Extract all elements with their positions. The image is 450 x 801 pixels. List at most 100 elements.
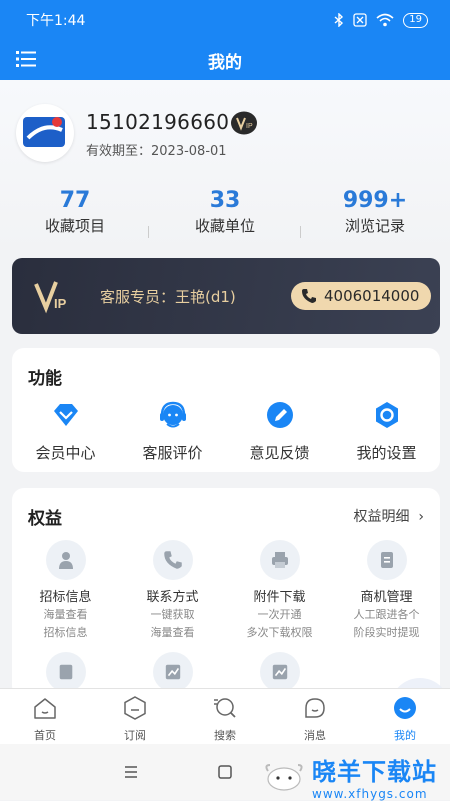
func-label: 会员中心 xyxy=(35,444,96,462)
watermark-url: www.xfhygs.com xyxy=(312,787,428,801)
benefits-detail-link[interactable]: 权益明细 › xyxy=(353,506,424,526)
svg-text:IP: IP xyxy=(246,123,253,130)
divider xyxy=(148,226,149,238)
benefit-name: 附件下载 xyxy=(253,590,306,605)
tab-label: 我的 xyxy=(394,729,416,742)
avatar[interactable] xyxy=(16,104,74,162)
home-button-icon[interactable] xyxy=(218,765,232,779)
benefit-opportunity[interactable]: 商机管理 人工跟进各个 阶段实时提现 xyxy=(333,540,440,641)
tab-search[interactable]: 搜索 xyxy=(180,695,270,743)
sheep-logo-icon xyxy=(265,763,303,791)
benefit-partial-2[interactable] xyxy=(119,652,226,692)
app-header: 我的 xyxy=(0,40,450,80)
recent-apps-icon[interactable] xyxy=(124,766,138,778)
benefit-desc: 阶段实时提现 xyxy=(353,626,420,639)
tab-label: 首页 xyxy=(34,729,56,742)
wifi-icon xyxy=(376,13,394,27)
profile-icon xyxy=(394,697,416,719)
watermark-title: 晓羊下载站 xyxy=(312,758,437,786)
benefit-name: 联系方式 xyxy=(146,590,199,605)
tab-label: 订阅 xyxy=(124,729,146,742)
home-icon xyxy=(34,698,56,719)
stat-label: 浏览记录 xyxy=(344,217,405,235)
stat-label: 收藏单位 xyxy=(194,217,255,235)
stats-row: 77 收藏项目 33 收藏单位 999+ 浏览记录 xyxy=(0,188,450,244)
stat-label: 收藏项目 xyxy=(44,217,105,235)
user-icon xyxy=(45,540,86,580)
benefit-name: 招标信息 xyxy=(39,590,92,605)
sim-off-icon xyxy=(353,13,367,27)
hotline-number: 4006014000 xyxy=(324,287,420,305)
benefits-card: 权益 权益明细 › 招标信息 海量查看 招标信息 联系方式 一键获取 海量查看 … xyxy=(12,488,440,698)
page-title: 我的 xyxy=(208,53,242,73)
stat-value: 33 xyxy=(209,188,241,213)
gear-icon xyxy=(375,402,398,428)
benefit-bid-info[interactable]: 招标信息 海量查看 招标信息 xyxy=(12,540,119,641)
subscribe-icon xyxy=(124,696,146,720)
trend-chart-icon xyxy=(259,652,300,692)
func-label: 客服评价 xyxy=(142,444,203,462)
functions-title: 功能 xyxy=(28,369,62,389)
bottom-tab-bar: 首页 订阅 搜索 消息 我的 xyxy=(0,688,450,744)
status-bar: 下午1:44 19 xyxy=(0,0,450,40)
func-member-center[interactable]: 会员中心 xyxy=(12,400,119,463)
logo-icon xyxy=(23,117,65,147)
pencil-icon xyxy=(266,402,293,428)
functions-card: 功能 会员中心 客服评价 意见反馈 我的设置 xyxy=(12,348,440,472)
bluetooth-icon xyxy=(334,13,344,27)
func-feedback[interactable]: 意见反馈 xyxy=(226,400,333,463)
benefit-desc: 一键获取 xyxy=(150,608,195,621)
battery-icon: 19 xyxy=(403,12,428,28)
hotline-button[interactable]: 4006014000 xyxy=(291,282,431,310)
printer-icon xyxy=(259,540,300,580)
benefits-detail-label: 权益明细 xyxy=(353,509,410,525)
tab-label: 消息 xyxy=(304,729,326,742)
benefit-desc: 人工跟进各个 xyxy=(353,608,420,621)
stat-favorite-projects[interactable]: 77 收藏项目 xyxy=(0,188,150,236)
benefit-desc: 招标信息 xyxy=(43,626,88,639)
stat-favorite-units[interactable]: 33 收藏单位 xyxy=(150,188,300,236)
file-icon xyxy=(45,652,86,692)
tab-mine[interactable]: 我的 xyxy=(360,695,450,743)
diamond-icon xyxy=(53,404,78,426)
chevron-right-icon: › xyxy=(413,509,424,525)
trend-chart-icon xyxy=(152,652,193,692)
stat-value: 999+ xyxy=(342,188,408,213)
func-my-settings[interactable]: 我的设置 xyxy=(333,400,440,463)
headset-icon xyxy=(159,401,186,428)
search-icon xyxy=(214,698,236,718)
svg-text:IP: IP xyxy=(54,296,67,311)
benefit-desc: 海量查看 xyxy=(150,626,195,639)
func-service-rating[interactable]: 客服评价 xyxy=(119,400,226,463)
tab-label: 搜索 xyxy=(214,729,236,742)
benefit-partial-1[interactable] xyxy=(12,652,119,692)
phone-icon xyxy=(302,289,316,303)
service-agent: 客服专员：王艳(d1) xyxy=(100,288,236,306)
benefit-partial-3[interactable] xyxy=(226,652,333,692)
benefit-desc: 一次开通 xyxy=(257,608,302,621)
benefit-contact[interactable]: 联系方式 一键获取 海量查看 xyxy=(119,540,226,641)
vip-card: IP 客服专员：王艳(d1) 4006014000 xyxy=(12,258,440,334)
tab-subscribe[interactable]: 订阅 xyxy=(90,695,180,743)
stat-browse-history[interactable]: 999+ 浏览记录 xyxy=(300,188,450,236)
stat-value: 77 xyxy=(59,188,91,213)
status-icons: 19 xyxy=(334,12,428,28)
func-label: 我的设置 xyxy=(356,444,417,462)
document-icon xyxy=(366,540,407,580)
benefit-attachment[interactable]: 附件下载 一次开通 多次下载权限 xyxy=(226,540,333,641)
expire-date: 有效期至：2023-08-01 xyxy=(86,144,227,159)
watermark: 晓羊下载站 www.xfhygs.com xyxy=(262,752,437,801)
tab-messages[interactable]: 消息 xyxy=(270,695,360,743)
tab-home[interactable]: 首页 xyxy=(0,695,90,743)
status-time: 下午1:44 xyxy=(26,13,86,29)
benefit-name: 商机管理 xyxy=(360,590,413,605)
vip-badge-icon: IP xyxy=(231,111,257,135)
phone-icon xyxy=(152,540,193,580)
vip-logo-icon: IP xyxy=(34,281,67,314)
benefit-desc: 多次下载权限 xyxy=(246,626,313,639)
benefit-desc: 海量查看 xyxy=(43,608,88,621)
message-icon xyxy=(305,698,325,718)
benefits-title: 权益 xyxy=(28,509,62,529)
user-phone: 15102196660 xyxy=(86,110,230,134)
func-label: 意见反馈 xyxy=(249,444,310,462)
